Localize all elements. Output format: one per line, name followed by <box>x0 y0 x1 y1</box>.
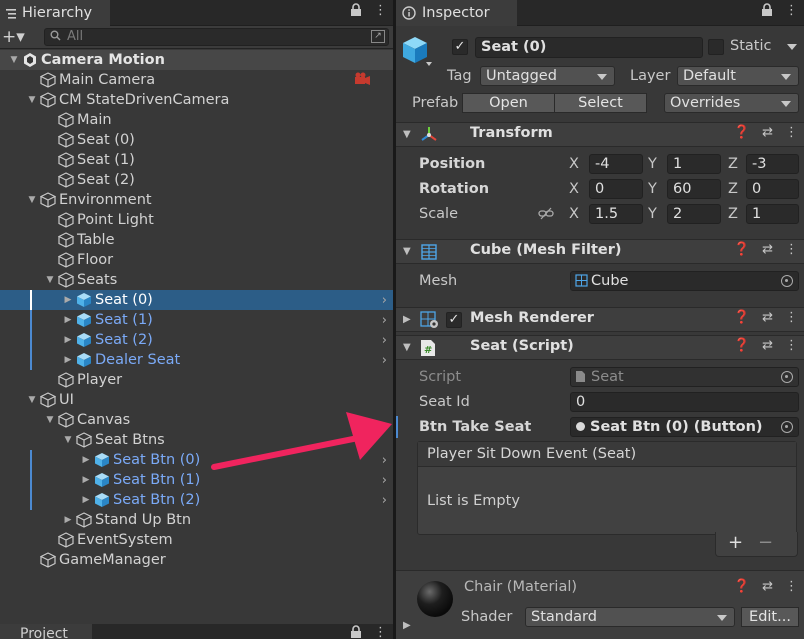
annotation-arrow <box>211 412 392 470</box>
